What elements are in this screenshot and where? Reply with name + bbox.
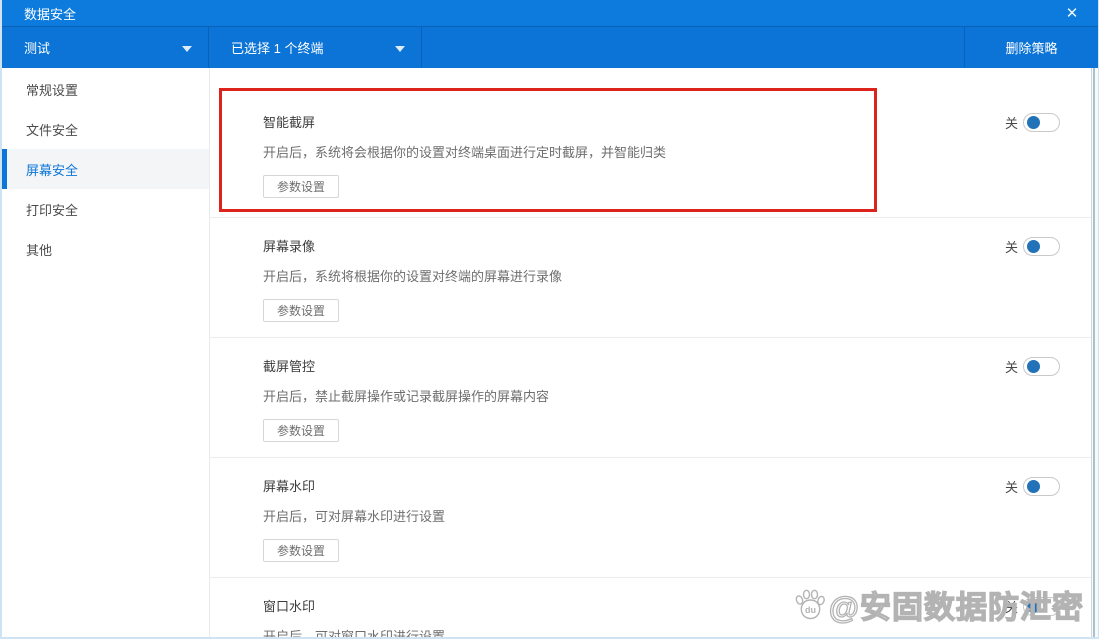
scrollbar-thumb[interactable] — [1093, 68, 1095, 639]
setting-description: 开启后，系统将根据你的设置对终端的屏幕进行录像 — [263, 268, 1098, 286]
sidebar-item-2[interactable]: 屏幕安全 — [2, 149, 209, 189]
close-icon[interactable]: ✕ — [1062, 6, 1082, 21]
toggle-switch[interactable] — [1023, 597, 1060, 616]
toggle-knob — [1027, 480, 1040, 493]
terminal-dropdown-value: 已选择 1 个终端 — [231, 38, 323, 57]
sidebar-item-3[interactable]: 打印安全 — [2, 189, 209, 229]
sidebar-item-4[interactable]: 其他 — [2, 229, 209, 269]
setting-description: 开启后，可对屏幕水印进行设置 — [263, 508, 1098, 526]
sidebar-item-0[interactable]: 常规设置 — [2, 69, 209, 109]
setting-title: 屏幕水印 — [263, 478, 1098, 496]
setting-section: 截屏管控 开启后，禁止截屏操作或记录截屏操作的屏幕内容 参数设置 关 — [210, 338, 1098, 458]
toolbar: 测试 已选择 1 个终端 删除策略 — [2, 27, 1098, 68]
titlebar: 数据安全 ✕ — [2, 0, 1098, 27]
toggle-switch[interactable] — [1023, 357, 1060, 376]
toggle-state-label: 关 — [1005, 477, 1018, 496]
sidebar-item-label: 打印安全 — [26, 200, 78, 219]
toolbar-spacer — [422, 27, 964, 68]
toggle-knob — [1027, 116, 1040, 129]
toggle-switch[interactable] — [1023, 113, 1060, 132]
policy-dropdown-value: 测试 — [24, 38, 50, 57]
chevron-down-icon — [182, 46, 192, 52]
param-settings-button[interactable]: 参数设置 — [263, 299, 339, 322]
param-settings-button[interactable]: 参数设置 — [263, 539, 339, 562]
toggle-state-label: 关 — [1005, 113, 1018, 132]
setting-section: 窗口水印 开启后，可对窗口水印进行设置 参数设置 关 — [210, 578, 1098, 639]
toggle-state-label: 关 — [1005, 597, 1018, 616]
toggle-wrap: 关 — [1005, 237, 1060, 256]
sidebar-item-label: 文件安全 — [26, 120, 78, 139]
data-security-dialog: 数据安全 ✕ 测试 已选择 1 个终端 删除策略 常规设置 文件安全 屏幕安全 … — [0, 0, 1099, 639]
setting-title: 截屏管控 — [263, 358, 1098, 376]
terminal-dropdown[interactable]: 已选择 1 个终端 — [209, 27, 422, 68]
scrollbar[interactable] — [1091, 68, 1098, 639]
toggle-wrap: 关 — [1005, 477, 1060, 496]
toggle-switch[interactable] — [1023, 237, 1060, 256]
setting-description: 开启后，系统将会根据你的设置对终端桌面进行定时截屏，并智能归类 — [263, 144, 1098, 162]
setting-title: 窗口水印 — [263, 598, 1098, 616]
toggle-knob — [1027, 240, 1040, 253]
toggle-switch[interactable] — [1023, 477, 1060, 496]
setting-section: 屏幕录像 开启后，系统将根据你的设置对终端的屏幕进行录像 参数设置 关 — [210, 218, 1098, 338]
setting-description: 开启后，禁止截屏操作或记录截屏操作的屏幕内容 — [263, 388, 1098, 406]
sidebar-item-label: 其他 — [26, 240, 52, 259]
toggle-wrap: 关 — [1005, 597, 1060, 616]
dialog-title: 数据安全 — [24, 4, 76, 23]
toggle-wrap: 关 — [1005, 113, 1060, 132]
sidebar-item-1[interactable]: 文件安全 — [2, 109, 209, 149]
chevron-down-icon — [395, 46, 405, 52]
toggle-knob — [1027, 600, 1040, 613]
sidebar-item-label: 常规设置 — [26, 80, 78, 99]
sidebar-item-label: 屏幕安全 — [26, 160, 78, 179]
toggle-state-label: 关 — [1005, 357, 1018, 376]
toggle-knob — [1027, 360, 1040, 373]
policy-dropdown[interactable]: 测试 — [2, 27, 209, 68]
setting-title: 智能截屏 — [263, 114, 1098, 132]
param-settings-button[interactable]: 参数设置 — [263, 419, 339, 442]
toggle-state-label: 关 — [1005, 237, 1018, 256]
toggle-wrap: 关 — [1005, 357, 1060, 376]
settings-panel: 智能截屏 开启后，系统将会根据你的设置对终端桌面进行定时截屏，并智能归类 参数设… — [210, 68, 1098, 639]
delete-policy-button[interactable]: 删除策略 — [964, 27, 1098, 68]
setting-title: 屏幕录像 — [263, 238, 1098, 256]
setting-section: 智能截屏 开启后，系统将会根据你的设置对终端桌面进行定时截屏，并智能归类 参数设… — [210, 68, 1098, 218]
dialog-body: 常规设置 文件安全 屏幕安全 打印安全 其他 智能截屏 开启后，系统将会根据你的… — [2, 68, 1098, 639]
param-settings-button[interactable]: 参数设置 — [263, 175, 339, 198]
setting-description: 开启后，可对窗口水印进行设置 — [263, 628, 1098, 639]
setting-section: 屏幕水印 开启后，可对屏幕水印进行设置 参数设置 关 — [210, 458, 1098, 578]
sidebar: 常规设置 文件安全 屏幕安全 打印安全 其他 — [2, 68, 210, 639]
